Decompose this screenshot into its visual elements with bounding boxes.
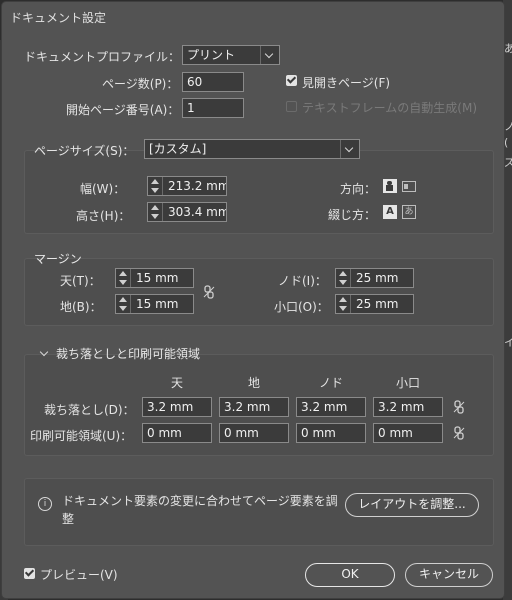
bleed-inside-input[interactable]: 3.2 mm bbox=[296, 397, 366, 417]
stepper-icon[interactable] bbox=[116, 295, 131, 313]
facing-pages-checkbox[interactable] bbox=[286, 75, 297, 86]
margin-bottom-input[interactable]: 15 mm bbox=[115, 294, 194, 314]
bleed-outside-input[interactable]: 3.2 mm bbox=[373, 397, 443, 417]
background-app-right: あ ノ ( ズ イ bbox=[503, 0, 512, 600]
binding-label: 綴じ方： bbox=[328, 208, 377, 222]
facing-pages-label: 見開きページ(F) bbox=[302, 76, 391, 90]
margin-top-value: 15 mm bbox=[136, 271, 179, 285]
adjust-layout-button[interactable]: レイアウトを調整... bbox=[345, 493, 479, 517]
primary-text-frame-label: テキストフレームの自動生成(M) bbox=[302, 101, 477, 115]
profile-label: ドキュメントプロファイル： bbox=[24, 50, 181, 64]
column-header-outside: 小口 bbox=[395, 376, 420, 390]
slug-outside-input[interactable]: 0 mm bbox=[373, 423, 443, 443]
pages-input[interactable]: 60 bbox=[182, 72, 244, 92]
primary-text-frame-checkbox bbox=[286, 101, 297, 112]
height-label: 高さ(H)： bbox=[76, 209, 131, 223]
margins-title: マージン bbox=[34, 252, 82, 266]
link-slug-icon[interactable] bbox=[453, 426, 465, 440]
bleed-top-input[interactable]: 3.2 mm bbox=[142, 397, 212, 417]
link-margins-icon[interactable] bbox=[203, 285, 215, 299]
page-size-dropdown[interactable]: [カスタム] bbox=[144, 139, 360, 159]
background-text: ズ bbox=[504, 156, 512, 169]
column-header-top: 天 bbox=[170, 376, 183, 390]
right-binding-icon[interactable]: あ bbox=[402, 205, 416, 219]
collapse-chevron-icon[interactable] bbox=[38, 344, 48, 354]
background-text: イ bbox=[504, 336, 512, 349]
slug-top-input[interactable]: 0 mm bbox=[142, 423, 212, 443]
orientation-label: 方向： bbox=[340, 182, 377, 196]
pages-label: ページ数(P)： bbox=[102, 77, 179, 91]
page-size-value: [カスタム] bbox=[149, 142, 207, 156]
width-input[interactable]: 213.2 mm bbox=[147, 176, 227, 196]
height-value: 303.4 mm bbox=[168, 205, 227, 219]
background-text: あ bbox=[504, 42, 512, 55]
margin-outside-input[interactable]: 25 mm bbox=[335, 294, 414, 314]
margin-inside-label: ノド(I)： bbox=[278, 274, 327, 288]
portrait-icon[interactable] bbox=[383, 179, 397, 193]
margin-inside-input[interactable]: 25 mm bbox=[335, 268, 414, 288]
stepper-icon[interactable] bbox=[148, 203, 163, 221]
margin-inside-value: 25 mm bbox=[356, 271, 399, 285]
margin-bottom-label: 地(B)： bbox=[60, 300, 102, 314]
margin-top-input[interactable]: 15 mm bbox=[115, 268, 194, 288]
width-label: 幅(W)： bbox=[80, 182, 126, 196]
slug-label: 印刷可能領域(U)： bbox=[30, 429, 133, 443]
margins-group bbox=[24, 258, 494, 326]
preview-checkbox[interactable] bbox=[24, 568, 35, 579]
column-header-bottom: 地 bbox=[247, 376, 260, 390]
ok-button[interactable]: OK bbox=[305, 563, 395, 587]
landscape-icon[interactable] bbox=[402, 181, 416, 192]
bleed-label: 裁ち落とし(D)： bbox=[44, 403, 135, 417]
stepper-icon[interactable] bbox=[148, 177, 163, 195]
margin-outside-value: 25 mm bbox=[356, 297, 399, 311]
width-value: 213.2 mm bbox=[168, 179, 227, 193]
stepper-icon[interactable] bbox=[116, 269, 131, 287]
profile-dropdown[interactable]: プリント bbox=[182, 45, 280, 65]
cancel-button[interactable]: キャンセル bbox=[405, 563, 493, 587]
margin-outside-label: 小口(O)： bbox=[274, 300, 329, 314]
slug-bottom-input[interactable]: 0 mm bbox=[219, 423, 289, 443]
height-input[interactable]: 303.4 mm bbox=[147, 202, 227, 222]
background-text: ノ bbox=[504, 120, 512, 133]
preview-label: プレビュー(V) bbox=[40, 568, 118, 582]
start-page-input[interactable]: 1 bbox=[182, 98, 244, 118]
page-size-label: ページサイズ(S)： bbox=[34, 144, 135, 158]
stepper-icon[interactable] bbox=[336, 295, 351, 313]
left-binding-icon[interactable]: A bbox=[383, 205, 397, 219]
dialog-titlebar[interactable]: ドキュメント設定 bbox=[2, 2, 504, 30]
margin-bottom-value: 15 mm bbox=[136, 297, 179, 311]
dialog-title: ドキュメント設定 bbox=[10, 11, 107, 25]
start-page-label: 開始ページ番号(A)： bbox=[66, 103, 180, 117]
slug-inside-input[interactable]: 0 mm bbox=[296, 423, 366, 443]
bleed-bottom-input[interactable]: 3.2 mm bbox=[219, 397, 289, 417]
stepper-icon[interactable] bbox=[336, 269, 351, 287]
link-bleed-icon[interactable] bbox=[453, 400, 465, 414]
column-header-inside: ノド bbox=[318, 376, 343, 390]
chevron-down-icon bbox=[340, 140, 359, 158]
chevron-down-icon bbox=[260, 46, 279, 64]
profile-value: プリント bbox=[187, 48, 236, 62]
document-setup-dialog: ドキュメント設定 ドキュメントプロファイル： プリント ページ数(P)： 60 … bbox=[2, 2, 504, 598]
background-text: ( bbox=[504, 136, 509, 149]
margin-top-label: 天(T)： bbox=[60, 274, 101, 288]
info-text: ドキュメント要素の変更に合わせてページ要素を調整 bbox=[62, 494, 338, 526]
info-icon: i bbox=[38, 497, 52, 511]
bleed-slug-title: 裁ち落としと印刷可能領域 bbox=[56, 347, 201, 361]
